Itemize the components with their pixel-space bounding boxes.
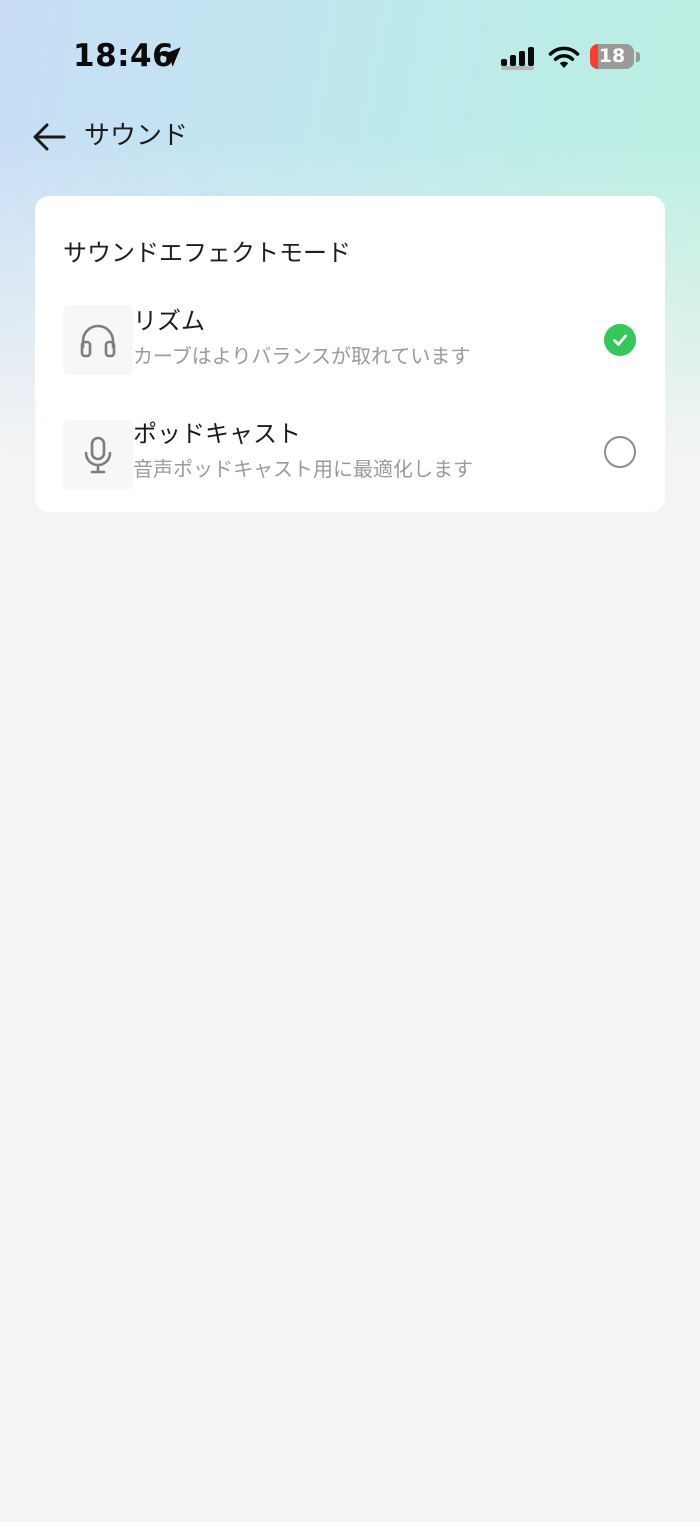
option-rhythm-icon-box: [63, 305, 133, 375]
option-podcast-radio-unchecked[interactable]: [604, 436, 636, 468]
wifi-icon: [548, 46, 580, 68]
option-podcast-description: 音声ポッドキャスト用に最適化します: [133, 457, 473, 481]
cellular-signal-icon: [501, 47, 534, 70]
option-rhythm-title: リズム: [133, 307, 205, 335]
option-rhythm-description: カーブはよりバランスが取れています: [133, 344, 471, 368]
option-podcast[interactable]: ポッドキャスト 音声ポッドキャスト用に最適化します: [35, 411, 665, 511]
battery-icon: 18: [590, 44, 634, 69]
page-title: サウンド: [84, 121, 189, 151]
battery-cap: [636, 52, 640, 62]
arrow-left-icon: [33, 123, 66, 151]
option-podcast-title: ポッドキャスト: [133, 420, 301, 448]
back-button[interactable]: [26, 114, 72, 160]
option-rhythm[interactable]: リズム カーブはよりバランスが取れています: [35, 296, 665, 396]
option-rhythm-radio-checked[interactable]: [604, 324, 636, 356]
checkmark-icon: [613, 334, 627, 346]
headphones-icon: [80, 324, 116, 358]
microphone-icon: [84, 436, 112, 474]
sound-effect-mode-card: サウンドエフェクトモード リズム カーブはよりバランスが取れています ポッドキャ…: [35, 196, 665, 512]
battery-level-text: 18: [598, 45, 626, 67]
section-title: サウンドエフェクトモード: [63, 239, 351, 267]
option-podcast-icon-box: [63, 420, 133, 490]
status-bar: 18:46 18: [0, 0, 700, 110]
location-arrow-icon: [161, 47, 181, 67]
